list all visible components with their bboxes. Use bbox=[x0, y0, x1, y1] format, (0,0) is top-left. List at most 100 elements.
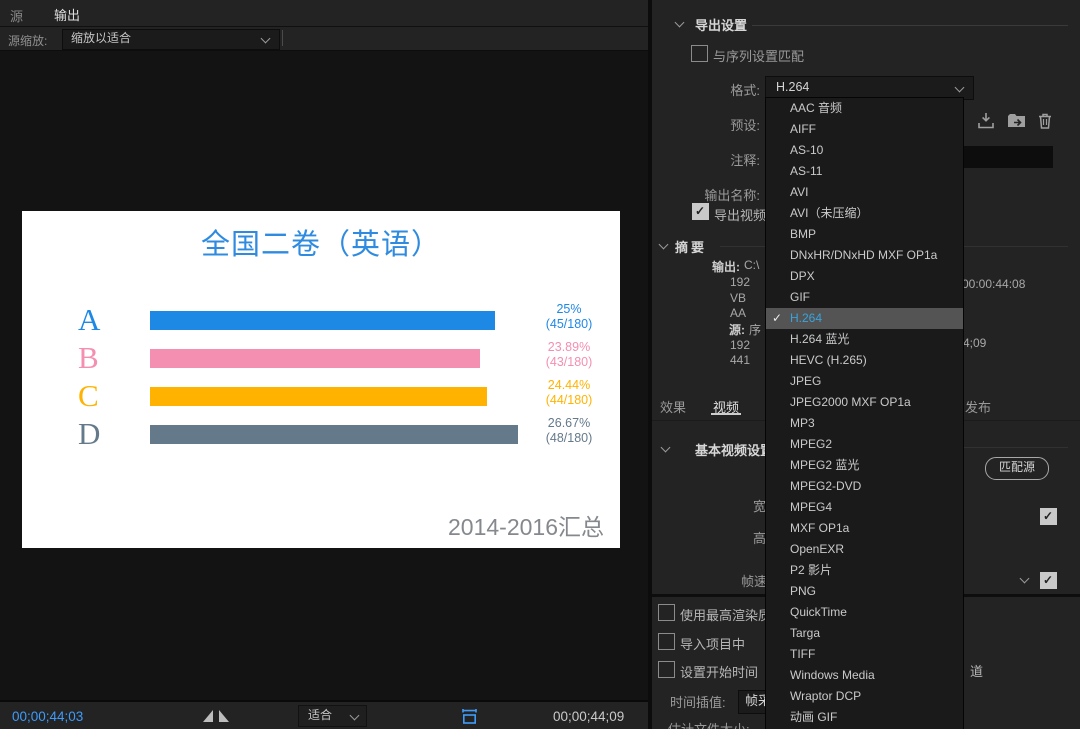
chart-category-label: C bbox=[78, 378, 99, 414]
format-menu-item[interactable]: ✓ AS-11 bbox=[766, 161, 963, 182]
format-menu-item[interactable]: ✓ MXF OP1a bbox=[766, 518, 963, 539]
summary-output-path: C:\ bbox=[744, 258, 759, 272]
save-preset-icon[interactable] bbox=[976, 112, 996, 135]
chart-count-label: (48/180) bbox=[520, 431, 618, 446]
format-menu-item-label: OpenEXR bbox=[790, 542, 844, 556]
export-video-checkbox[interactable] bbox=[692, 203, 709, 220]
format-menu-item[interactable]: ✓ Targa bbox=[766, 623, 963, 644]
set-in-point-icon[interactable] bbox=[203, 710, 213, 722]
summary-source-value: 序 bbox=[749, 321, 761, 338]
format-menu-item[interactable]: ✓ DPX bbox=[766, 266, 963, 287]
chevron-down-icon bbox=[261, 34, 271, 44]
source-scaling-select[interactable]: 缩放以适合 bbox=[62, 29, 280, 50]
collapse-chevron-icon[interactable] bbox=[675, 18, 685, 28]
tab-output[interactable]: 输出 bbox=[52, 5, 82, 29]
format-menu-item-label: MPEG2 bbox=[790, 437, 832, 451]
chart-annotation: 2014-2016汇总 bbox=[448, 508, 604, 542]
collapse-chevron-icon[interactable] bbox=[659, 240, 669, 250]
delete-preset-icon[interactable] bbox=[1036, 112, 1054, 135]
monitor-tab-bar: 源 输出 bbox=[0, 0, 648, 27]
format-menu-item-label: GIF bbox=[790, 290, 810, 304]
chart-bar bbox=[150, 387, 487, 406]
format-menu-item-label: MP3 bbox=[790, 416, 815, 430]
link-width-height-checkbox[interactable] bbox=[1040, 508, 1057, 525]
format-menu-item[interactable]: ✓ MPEG4 bbox=[766, 497, 963, 518]
format-menu-item[interactable]: ✓ GIF bbox=[766, 287, 963, 308]
export-settings-header: 导出设置 bbox=[695, 15, 747, 34]
format-menu-item[interactable]: ✓ MPEG2-DVD bbox=[766, 476, 963, 497]
format-menu-item[interactable]: ✓ Wraptor DCP bbox=[766, 686, 963, 707]
format-menu-item-label: DPX bbox=[790, 269, 815, 283]
export-settings-panel: 导出设置 与序列设置匹配 格式: H.264 预设: bbox=[652, 0, 1080, 729]
preset-label: 预设: bbox=[690, 115, 760, 134]
alpha-channel-fragment: 道 bbox=[970, 661, 983, 680]
import-into-project-label: 导入项目中 bbox=[680, 634, 745, 653]
format-menu-item[interactable]: ✓ 动画 GIF bbox=[766, 707, 963, 728]
chart-percent-label: 23.89% bbox=[520, 340, 618, 355]
format-menu-item[interactable]: ✓ H.264 bbox=[766, 308, 963, 329]
format-menu-item[interactable]: ✓ MPEG2 bbox=[766, 434, 963, 455]
format-menu-item-label: MXF OP1a bbox=[790, 521, 849, 535]
format-menu-item[interactable]: ✓ MPEG2 蓝光 bbox=[766, 455, 963, 476]
match-sequence-label: 与序列设置匹配 bbox=[713, 46, 804, 65]
chart-bar-row: D 26.67% (48/180) bbox=[22, 425, 620, 455]
match-source-button[interactable]: 匹配源 bbox=[985, 457, 1049, 480]
preview-zoom-value: 适合 bbox=[308, 708, 332, 722]
export-video-label: 导出视频 bbox=[714, 205, 766, 224]
chart-bar bbox=[150, 311, 495, 330]
preview-zoom-select[interactable]: 适合 bbox=[298, 705, 367, 727]
format-menu-item[interactable]: ✓ AVI bbox=[766, 182, 963, 203]
set-start-timecode-label: 设置开始时间 bbox=[680, 662, 758, 681]
format-menu-item-label: AAC 音频 bbox=[790, 101, 842, 115]
format-menu-item-label: P2 影片 bbox=[790, 563, 832, 577]
set-start-timecode-checkbox[interactable] bbox=[658, 661, 675, 678]
chart-category-label: D bbox=[78, 416, 100, 452]
format-menu-item[interactable]: ✓ H.264 蓝光 bbox=[766, 329, 963, 350]
max-render-quality-checkbox[interactable] bbox=[658, 604, 675, 621]
chart-bar bbox=[150, 349, 480, 368]
format-menu-item[interactable]: ✓ PNG bbox=[766, 581, 963, 602]
format-menu-item[interactable]: ✓ AAC 音频 bbox=[766, 98, 963, 119]
format-menu-item[interactable]: ✓ BMP bbox=[766, 224, 963, 245]
source-scaling-bar: 源缩放: 缩放以适合 bbox=[0, 27, 648, 50]
format-menu-item[interactable]: ✓ AS-10 bbox=[766, 140, 963, 161]
tab-source[interactable]: 源 bbox=[10, 6, 23, 25]
tab-publish[interactable]: 发布 bbox=[965, 397, 991, 416]
frame-rate-checkbox[interactable] bbox=[1040, 572, 1057, 589]
summary-fragment: AA bbox=[730, 306, 746, 320]
tab-effects[interactable]: 效果 bbox=[660, 397, 686, 416]
format-menu-item-label: MPEG4 bbox=[790, 500, 832, 514]
format-menu-item[interactable]: ✓ QuickTime bbox=[766, 602, 963, 623]
format-menu-item[interactable]: ✓ MP3 bbox=[766, 413, 963, 434]
format-menu-item[interactable]: ✓ AIFF bbox=[766, 119, 963, 140]
current-timecode: 00;00;44;03 bbox=[12, 709, 83, 724]
chart-percent-label: 26.67% bbox=[520, 416, 618, 431]
format-menu-item-label: AIFF bbox=[790, 122, 816, 136]
chart-count-label: (44/180) bbox=[520, 393, 618, 408]
format-menu-item[interactable]: ✓ AVI（未压缩） bbox=[766, 203, 963, 224]
summary-source-duration: 4;09 bbox=[963, 336, 986, 350]
import-into-project-checkbox[interactable] bbox=[658, 633, 675, 650]
format-menu-item[interactable]: ✓ JPEG bbox=[766, 371, 963, 392]
format-menu-item-label: MPEG2 蓝光 bbox=[790, 458, 859, 472]
format-menu-item-label: AS-10 bbox=[790, 143, 823, 157]
format-menu-item-label: AVI（未压缩） bbox=[790, 206, 868, 220]
import-preset-icon[interactable] bbox=[1006, 112, 1027, 135]
chart-bar-row: A 25% (45/180) bbox=[22, 311, 620, 341]
format-menu-item[interactable]: ✓ P2 影片 bbox=[766, 560, 963, 581]
basic-video-header: 基本视频设置 bbox=[695, 440, 773, 459]
collapse-chevron-icon[interactable] bbox=[661, 443, 671, 453]
set-out-point-icon[interactable] bbox=[219, 710, 229, 722]
format-menu-item[interactable]: ✓ TIFF bbox=[766, 644, 963, 665]
format-menu-item[interactable]: ✓ DNxHR/DNxHD MXF OP1a bbox=[766, 245, 963, 266]
chart-bars: A 25% (45/180) B 23.89% bbox=[22, 211, 620, 548]
summary-source-label: 源: bbox=[685, 321, 745, 338]
format-menu-item[interactable]: ✓ OpenEXR bbox=[766, 539, 963, 560]
format-menu-item[interactable]: ✓ JPEG2000 MXF OP1a bbox=[766, 392, 963, 413]
summary-fragment: VB bbox=[730, 291, 746, 305]
format-menu-item[interactable]: ✓ HEVC (H.265) bbox=[766, 350, 963, 371]
match-sequence-checkbox[interactable] bbox=[691, 45, 708, 62]
format-menu-item[interactable]: ✓ Windows Media bbox=[766, 665, 963, 686]
crop-output-icon[interactable] bbox=[460, 707, 479, 726]
checkmark-icon: ✓ bbox=[772, 308, 782, 329]
